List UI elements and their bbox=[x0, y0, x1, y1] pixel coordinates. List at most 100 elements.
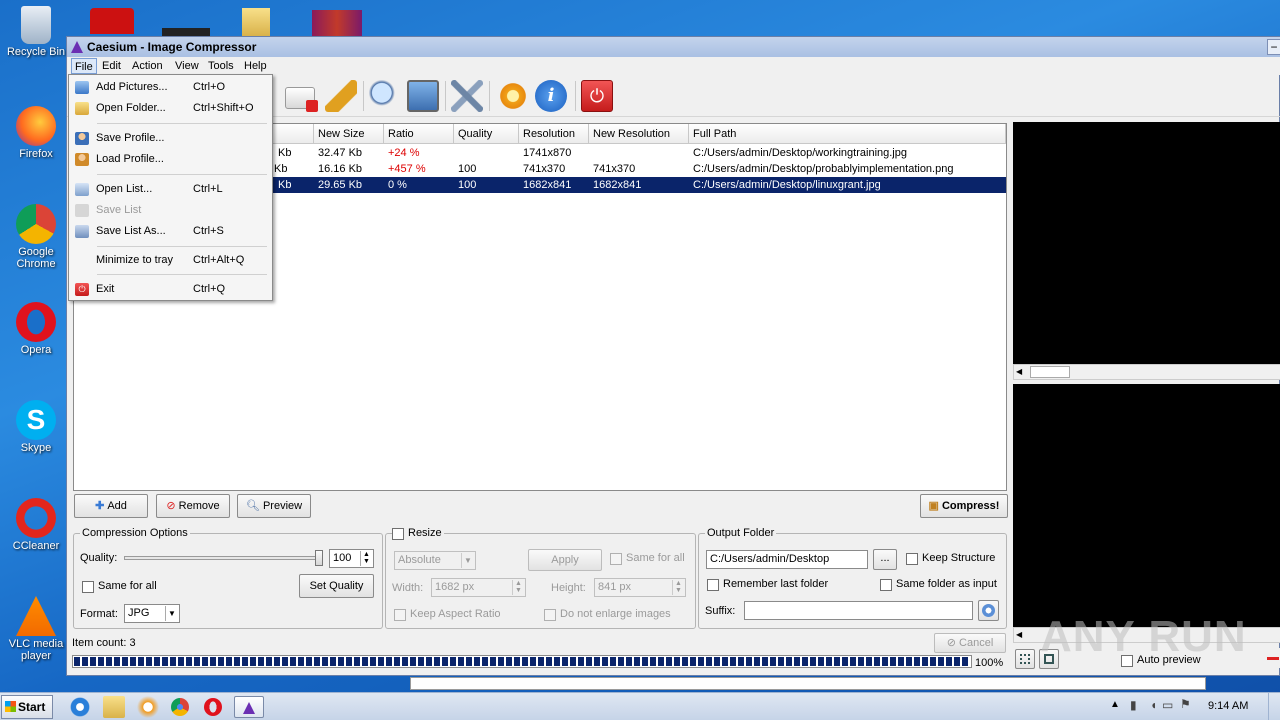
quality-slider-handle[interactable] bbox=[315, 550, 323, 566]
taskbar-clock[interactable]: 9:14 AM bbox=[1208, 700, 1248, 712]
column-header-quality[interactable]: Quality bbox=[454, 124, 519, 144]
window-close-button-partial[interactable]: − bbox=[1267, 39, 1280, 55]
tray-flag-icon[interactable]: ⚑ bbox=[1180, 697, 1191, 711]
desktop-icon-vlc[interactable]: VLC media player bbox=[4, 596, 68, 662]
column-header-new-resolution[interactable]: New Resolution bbox=[589, 124, 689, 144]
set-quality-button[interactable]: Set Quality bbox=[299, 574, 374, 598]
suffix-input[interactable] bbox=[744, 601, 973, 620]
menu-view[interactable]: View bbox=[172, 58, 202, 74]
remove-all-icon[interactable] bbox=[285, 87, 318, 112]
tools-icon[interactable] bbox=[451, 80, 483, 112]
desktop-icon-recycle-bin[interactable]: Recycle Bin bbox=[4, 6, 68, 58]
info-icon[interactable]: i bbox=[535, 80, 567, 112]
fit-view-button[interactable]: ​ bbox=[1015, 649, 1035, 669]
start-button[interactable]: Start bbox=[1, 695, 53, 719]
menu-item-minimize-to-tray[interactable]: Minimize to tray Ctrl+Alt+Q bbox=[71, 250, 271, 271]
same-for-all-checkbox[interactable] bbox=[82, 581, 94, 593]
preview-button[interactable]: 🔍︎ Preview bbox=[237, 494, 311, 518]
dark-app-icon[interactable] bbox=[162, 28, 210, 36]
add-button[interactable]: ✚ Add bbox=[74, 494, 148, 518]
output-folder-title: Output Folder bbox=[705, 527, 777, 539]
browse-button[interactable]: ... bbox=[873, 549, 897, 570]
remember-last-checkbox[interactable] bbox=[707, 579, 719, 591]
power-exit-icon[interactable]: ⏻ bbox=[581, 80, 613, 112]
start-label: Start bbox=[18, 700, 46, 714]
remove-button[interactable]: ⊘ Remove bbox=[156, 494, 230, 518]
quality-value: 100 bbox=[333, 552, 352, 564]
item-count-label: Item count: 3 bbox=[72, 637, 136, 649]
menu-item-exit[interactable]: ⏻ Exit Ctrl+Q bbox=[71, 279, 271, 300]
settings-gear-icon[interactable] bbox=[497, 80, 529, 112]
menu-item-open-folder[interactable]: Open Folder... Ctrl+Shift+O bbox=[71, 98, 271, 119]
menu-item-save-profile[interactable]: Save Profile... bbox=[71, 128, 271, 149]
scroll-left-icon[interactable]: ◀ bbox=[1016, 367, 1022, 376]
winrar-icon[interactable] bbox=[312, 10, 362, 36]
taskbar-media-player-icon[interactable] bbox=[134, 696, 162, 718]
scroll-left-icon[interactable]: ◀ bbox=[1016, 630, 1022, 639]
menu-item-save-list[interactable]: Save List bbox=[71, 200, 271, 221]
desktop-icon-skype[interactable]: S Skype bbox=[4, 400, 68, 454]
output-path-value: C:/Users/admin/Desktop bbox=[710, 553, 830, 565]
keep-structure-checkbox[interactable] bbox=[906, 553, 918, 565]
taskbar-caesium-button[interactable] bbox=[234, 696, 264, 718]
taskbar-ie-icon[interactable] bbox=[66, 696, 94, 718]
format-select[interactable]: JPG ▼ bbox=[124, 604, 180, 623]
same-folder-checkbox[interactable] bbox=[880, 579, 892, 591]
load-profile-icon bbox=[75, 153, 89, 166]
tray-volume-icon[interactable]: ◖ bbox=[1150, 698, 1157, 712]
menu-action[interactable]: Action bbox=[129, 58, 166, 74]
tray-battery-icon[interactable]: ▭ bbox=[1162, 698, 1173, 712]
quality-spinbox[interactable]: 100 ▲ ▼ bbox=[329, 549, 374, 568]
magnifier-icon[interactable] bbox=[369, 80, 401, 112]
desktop-icon-opera[interactable]: Opera bbox=[4, 302, 68, 356]
column-header-full-path[interactable]: Full Path bbox=[689, 124, 1006, 144]
menu-edit[interactable]: Edit bbox=[99, 58, 124, 74]
desktop-icon-chrome[interactable]: Google Chrome bbox=[4, 204, 68, 270]
column-header-resolution[interactable]: Resolution bbox=[519, 124, 589, 144]
tray-show-hidden-icon[interactable]: ▲ bbox=[1110, 699, 1120, 710]
column-header-ratio[interactable]: Ratio bbox=[384, 124, 454, 144]
keep-aspect-checkbox[interactable] bbox=[394, 609, 406, 621]
width-spinbox[interactable]: 1682 px ▲ ▼ bbox=[431, 578, 526, 597]
height-spinbox[interactable]: 841 px ▲ ▼ bbox=[594, 578, 686, 597]
menu-file[interactable]: File bbox=[71, 58, 97, 74]
compress-button[interactable]: ▣ Compress! bbox=[920, 494, 1008, 518]
taskbar-explorer-icon[interactable] bbox=[103, 696, 125, 718]
tray-network-icon[interactable]: ▮ bbox=[1130, 698, 1137, 712]
desktop-icon-ccleaner[interactable]: CCleaner bbox=[4, 498, 68, 552]
scroll-thumb[interactable] bbox=[1030, 366, 1070, 378]
column-header-new-size[interactable]: New Size bbox=[314, 124, 384, 144]
cancel-button[interactable]: ⊘ Cancel bbox=[934, 633, 1006, 653]
menu-item-add-pictures[interactable]: Add Pictures... Ctrl+O bbox=[71, 77, 271, 98]
acrobat-icon[interactable] bbox=[90, 8, 134, 34]
desktop-icon-firefox[interactable]: Firefox bbox=[4, 106, 68, 160]
suffix-refresh-button[interactable] bbox=[978, 600, 999, 621]
clear-broom-icon[interactable] bbox=[325, 80, 357, 112]
resize-mode-select[interactable]: Absolute ▼ bbox=[394, 551, 476, 570]
spin-arrows-icon[interactable]: ▲ ▼ bbox=[360, 551, 372, 566]
menu-item-label: Save Profile... bbox=[96, 132, 165, 144]
menu-item-load-profile[interactable]: Load Profile... bbox=[71, 149, 271, 170]
image-preview-icon[interactable] bbox=[407, 80, 439, 112]
spin-arrows-icon[interactable]: ▲ ▼ bbox=[512, 580, 524, 595]
menu-tools[interactable]: Tools bbox=[205, 58, 237, 74]
menu-item-save-list-as[interactable]: Save List As... Ctrl+S bbox=[71, 221, 271, 242]
caesium-icon bbox=[243, 702, 255, 714]
menu-item-open-list[interactable]: Open List... Ctrl+L bbox=[71, 179, 271, 200]
original-preview-scrollbar[interactable]: ◀ bbox=[1013, 364, 1280, 380]
output-path-input[interactable]: C:/Users/admin/Desktop bbox=[706, 550, 868, 569]
spin-arrows-icon[interactable]: ▲ ▼ bbox=[672, 580, 684, 595]
folder-icon[interactable] bbox=[242, 8, 270, 36]
quality-slider-track[interactable] bbox=[124, 550, 323, 566]
menu-help[interactable]: Help bbox=[241, 58, 270, 74]
resize-same-for-all-checkbox[interactable] bbox=[610, 553, 622, 565]
taskbar-opera-icon[interactable] bbox=[204, 698, 222, 716]
taskbar-chrome-icon[interactable] bbox=[171, 698, 189, 716]
width-label: Width: bbox=[392, 582, 424, 594]
apply-button[interactable]: Apply bbox=[528, 549, 602, 571]
show-desktop-button[interactable] bbox=[1268, 693, 1280, 720]
resize-checkbox[interactable] bbox=[392, 528, 404, 540]
keep-aspect-label: Keep Aspect Ratio bbox=[410, 608, 501, 620]
no-enlarge-checkbox[interactable] bbox=[544, 609, 556, 621]
window-titlebar[interactable]: Caesium - Image Compressor − bbox=[67, 37, 1280, 57]
